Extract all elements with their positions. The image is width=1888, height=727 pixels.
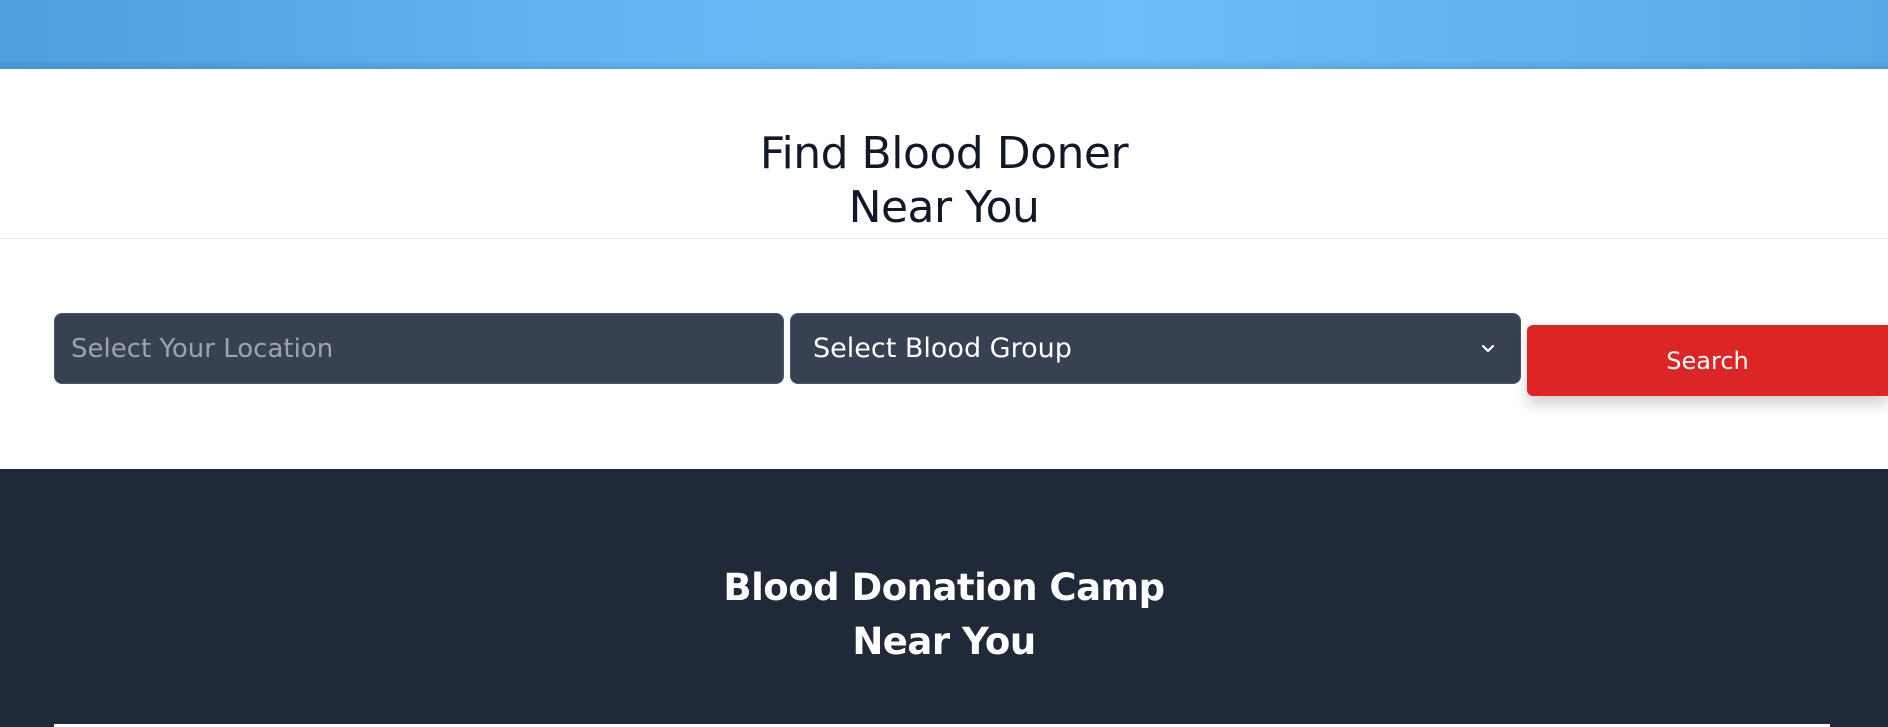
blood-group-select[interactable]: Select Blood Group [790, 313, 1521, 384]
chevron-down-icon [1478, 339, 1498, 359]
hero-banner-bottom [0, 0, 1888, 69]
blood-camp-title-line1: Blood Donation Camp [723, 566, 1165, 609]
blood-group-selected-value: Select Blood Group [813, 333, 1072, 364]
find-donor-title-line1: Find Blood Doner [759, 128, 1129, 179]
find-donor-title-line2: Near You [848, 182, 1040, 233]
blood-camp-title: Blood Donation Camp Near You [0, 561, 1888, 669]
search-button[interactable]: Search [1527, 325, 1888, 396]
blood-camp-title-line2: Near You [852, 620, 1036, 663]
location-input[interactable] [54, 313, 784, 384]
section-divider [0, 238, 1888, 239]
find-donor-title: Find Blood Doner Near You [0, 127, 1888, 235]
